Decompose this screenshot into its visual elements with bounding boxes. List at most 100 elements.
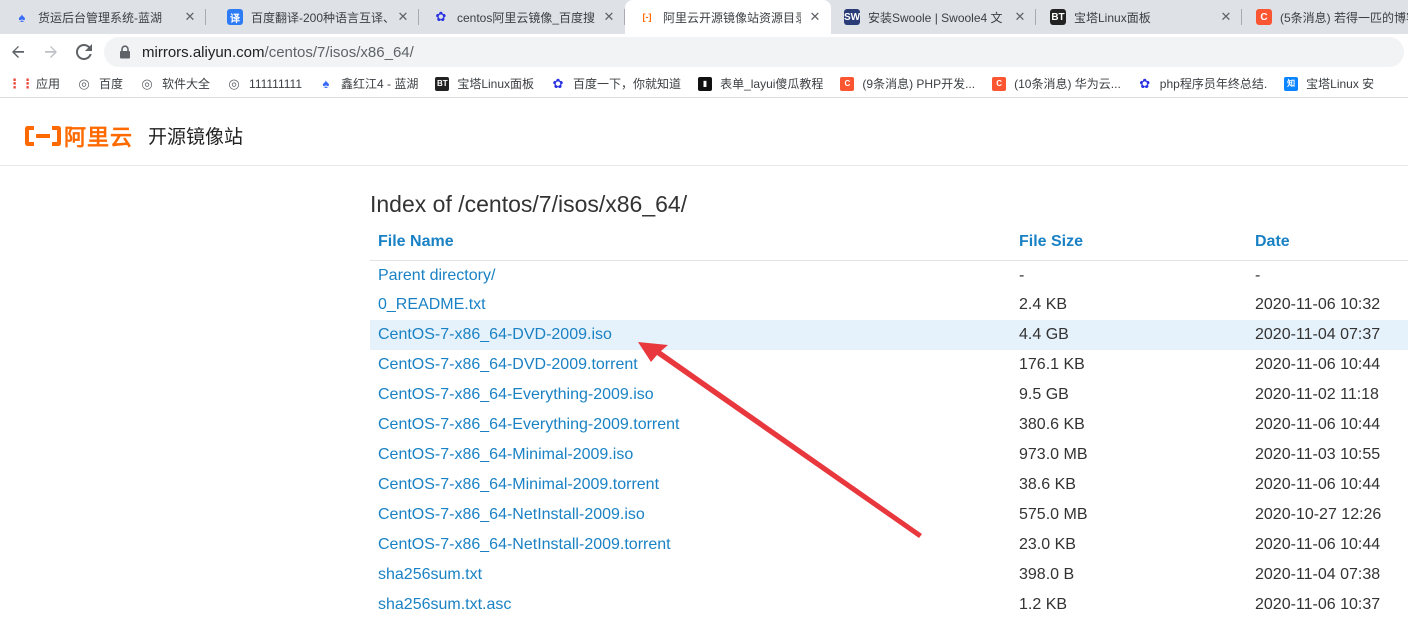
browser-tab[interactable]: BT 宝塔Linux面板 ✕ — [1036, 0, 1242, 34]
bookmark-label: 鑫红江4 - 蓝湖 — [341, 77, 419, 91]
column-header-file-name[interactable]: File Name — [370, 225, 1019, 261]
bookmark-item[interactable]: ◎ 百度 — [77, 75, 123, 92]
tab-separator — [205, 9, 206, 25]
table-header-row: File Name File Size Date — [370, 225, 1408, 261]
file-date-cell: 2020-10-27 12:26 — [1255, 506, 1382, 523]
bookmark-label: 宝塔Linux 安 — [1306, 77, 1375, 91]
bookmark-item[interactable]: ◎ 111111111 — [227, 76, 302, 91]
tab-title: 百度翻译-200种语言互译、 — [251, 10, 389, 25]
csdn-icon: C — [840, 76, 855, 91]
file-link[interactable]: CentOS-7-x86_64-Minimal-2009.torrent — [378, 476, 659, 493]
reload-button[interactable] — [69, 37, 99, 67]
back-button[interactable] — [3, 37, 33, 67]
browser-toolbar: mirrors.aliyun.com/centos/7/isos/x86_64/ — [0, 34, 1408, 70]
globe-icon: ◎ — [141, 75, 153, 91]
close-icon[interactable]: ✕ — [807, 9, 823, 25]
file-size-cell: 38.6 KB — [1019, 476, 1076, 493]
tab-strip: ♠ 货运后台管理系统-蓝湖 ✕ 译百度翻译-200种语言互译、 ✕ ✿ centos阿里云镜… — [0, 0, 1408, 34]
table-row: 0_README.txt 2.4 KB 2020-11-06 10:32 — [370, 290, 1408, 320]
file-name-cell: 0_README.txt — [370, 290, 1019, 320]
file-name-cell: CentOS-7-x86_64-DVD-2009.iso — [370, 320, 1019, 350]
forward-button[interactable] — [36, 37, 66, 67]
file-date-cell: 2020-11-03 10:55 — [1255, 446, 1381, 463]
tab-title: (5条消息) 若得一匹的博客 — [1280, 10, 1408, 25]
file-date-cell: 2020-11-06 10:44 — [1255, 416, 1381, 433]
bookmark-label: php程序员年终总结. — [1159, 77, 1268, 91]
file-link[interactable]: Parent directory/ — [378, 267, 495, 284]
column-header-date[interactable]: Date — [1255, 225, 1408, 261]
browser-tab[interactable]: ♠ 货运后台管理系统-蓝湖 ✕ — [0, 0, 206, 34]
table-row: CentOS-7-x86_64-NetInstall-2009.iso 575.0… — [370, 500, 1408, 530]
bookmark-label: 百度一下，你就知道 — [573, 77, 682, 91]
close-icon[interactable]: ✕ — [1218, 9, 1234, 25]
file-link[interactable]: 0_README.txt — [378, 296, 486, 313]
file-link[interactable]: CentOS-7-x86_64-DVD-2009.torrent — [378, 356, 638, 373]
browser-tab[interactable]: SW 安装Swoole | Swoole4 文 ✕ — [830, 0, 1036, 34]
browser-tab[interactable]: ✿ centos阿里云镜像_百度搜 ✕ — [419, 0, 625, 34]
bt-icon: BT — [435, 76, 450, 91]
url-path: /centos/7/isos/x86_64/ — [264, 43, 414, 61]
bookmark-item[interactable]: ▮ 表单_layui傻瓜教程 — [698, 75, 823, 92]
column-header-file-size[interactable]: File Size — [1019, 225, 1255, 261]
file-name-cell: CentOS-7-x86_64-Minimal-2009.torrent — [370, 470, 1019, 500]
browser-tab[interactable]: C(5条消息) 若得一匹的博客✕ — [1242, 0, 1408, 34]
tab-title: 宝塔Linux面板 — [1074, 10, 1151, 25]
aliyun-logo[interactable]: 阿里云 — [24, 120, 133, 152]
bookmark-item[interactable]: ◎ 软件大全 — [140, 75, 210, 92]
bookmark-item[interactable]: 知宝塔Linux 安 — [1284, 75, 1374, 92]
file-date-cell: 2020-11-06 10:32 — [1255, 296, 1381, 313]
file-link[interactable]: sha256sum.txt.asc — [378, 596, 511, 613]
close-icon[interactable]: ✕ — [1012, 9, 1028, 25]
file-name-cell: sha256sum.txt.asc — [370, 590, 1019, 620]
file-date-cell: 2020-11-06 10:44 — [1255, 536, 1381, 553]
table-row: CentOS-7-x86_64-DVD-2009.iso 4.4 GB 2020-1… — [370, 320, 1408, 350]
aliyun-bracket-icon — [25, 126, 61, 146]
csdn-icon: C — [1256, 9, 1272, 25]
csdn-icon: C — [992, 76, 1007, 91]
file-link[interactable]: CentOS-7-x86_64-DVD-2009.iso — [378, 326, 612, 343]
bookmark-label: 百度 — [99, 77, 124, 91]
close-icon[interactable]: ✕ — [395, 9, 411, 25]
file-link[interactable]: CentOS-7-x86_64-NetInstall-2009.iso — [378, 506, 645, 523]
aliyun-icon: [-] — [642, 12, 652, 22]
site-header: 阿里云 开源镜像站 — [0, 98, 1408, 166]
file-name-cell: CentOS-7-x86_64-NetInstall-2009.torrent — [370, 530, 1019, 560]
file-link[interactable]: CentOS-7-x86_64-Minimal-2009.iso — [378, 446, 633, 463]
bookmark-item[interactable]: ✿ 百度一下，你就知道 — [551, 75, 681, 92]
table-row: CentOS-7-x86_64-Minimal-2009.iso 973.0 MB… — [370, 440, 1408, 470]
arrow-right-icon — [45, 46, 57, 58]
bookmark-item[interactable]: C (10条消息) 华为云... — [992, 75, 1121, 92]
browser-tab[interactable]: 译百度翻译-200种语言互译、 ✕ — [213, 0, 419, 34]
bookmark-item[interactable]: ✿ php程序员年终总结. — [1138, 75, 1267, 92]
browser-tab[interactable]: [-] 阿里云开源镜像站资源目录 ✕ — [625, 0, 831, 34]
bookmark-item[interactable]: BT 宝塔Linux面板 — [435, 75, 534, 92]
lanhu-icon: ♠ — [322, 76, 330, 91]
file-date-cell: 2020-11-04 07:38 — [1255, 566, 1381, 583]
close-icon[interactable]: ✕ — [601, 9, 617, 25]
file-date-cell: 2020-11-06 10:44 — [1255, 476, 1381, 493]
address-bar[interactable]: mirrors.aliyun.com/centos/7/isos/x86_64/ — [104, 37, 1404, 67]
bookmark-item[interactable]: C (9条消息) PHP开发... — [840, 75, 975, 92]
file-size-cell: 398.0 B — [1019, 566, 1075, 583]
bt-icon: BT — [1050, 9, 1066, 25]
file-link[interactable]: CentOS-7-x86_64-Everything-2009.iso — [378, 386, 654, 403]
file-link[interactable]: CentOS-7-x86_64-Everything-2009.torrent — [378, 416, 680, 433]
close-icon[interactable]: ✕ — [182, 9, 198, 25]
file-size-cell: 176.1 KB — [1019, 356, 1085, 373]
page-title: Index of /centos/7/isos/x86_64/ — [370, 191, 688, 217]
tab-title: 货运后台管理系统-蓝湖 — [38, 10, 162, 25]
bookmark-label: 软件大全 — [162, 77, 211, 91]
lock-icon[interactable] — [118, 45, 132, 59]
bookmark-item[interactable]: ♠ 鑫红江4 - 蓝湖 — [319, 75, 419, 92]
baidu-paw-icon: ✿ — [552, 75, 564, 91]
file-link[interactable]: sha256sum.txt — [378, 566, 482, 583]
file-size-cell: 2.4 KB — [1019, 296, 1068, 313]
file-link[interactable]: CentOS-7-x86_64-NetInstall-2009.torrent — [378, 536, 671, 553]
file-size-cell: 9.5 GB — [1019, 386, 1069, 403]
bookmark-item[interactable]: ⋮⋮ 应用 — [8, 75, 60, 92]
site-title: 开源镜像站 — [148, 127, 244, 148]
file-date-cell: 2020-11-02 11:18 — [1255, 386, 1379, 403]
table-row: CentOS-7-x86_64-Minimal-2009.torrent 38.6… — [370, 470, 1408, 500]
globe-icon: ◎ — [78, 75, 90, 91]
table-row: sha256sum.txt 398.0 B 2020-11-04 07:38 — [370, 560, 1408, 590]
